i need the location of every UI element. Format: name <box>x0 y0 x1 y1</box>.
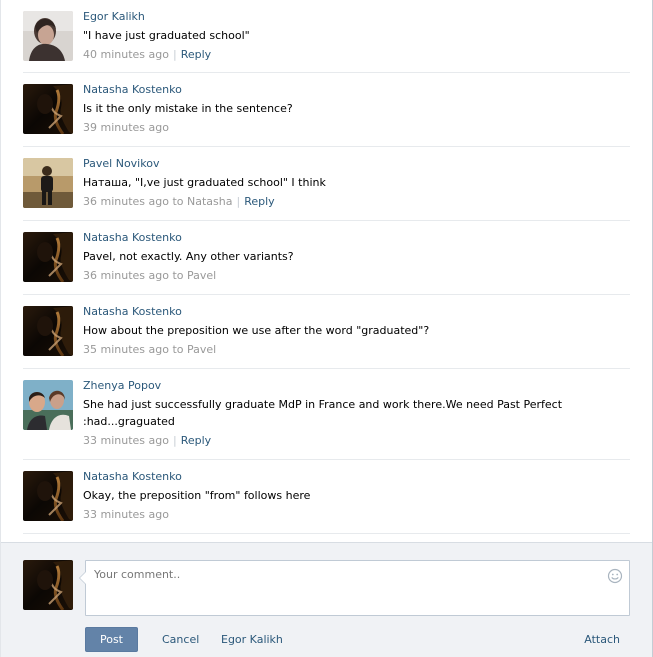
comment-author[interactable]: Zhenya Popov <box>83 378 630 394</box>
dark-portrait-icon <box>23 306 73 356</box>
comment-author[interactable]: Natasha Kostenko <box>83 230 630 246</box>
comment-text: How about the preposition we use after t… <box>83 324 430 337</box>
avatar[interactable] <box>23 232 73 282</box>
comment-input[interactable] <box>86 561 629 615</box>
avatar[interactable] <box>23 380 73 430</box>
avatar[interactable] <box>23 158 73 208</box>
comment-text: She had just successfully graduate MdP i… <box>83 396 630 430</box>
comment-author[interactable]: Natasha Kostenko <box>83 82 630 98</box>
comment-text: Наташа, "I,ve just graduated school" I t… <box>83 176 326 189</box>
comment-meta: 36 minutes ago to Pavel <box>83 268 630 284</box>
comment-body: Natasha Kostenko Is it the only mistake … <box>83 73 630 136</box>
avatar[interactable] <box>23 471 73 521</box>
comment-item: Egor Kalikh "I have just graduated schoo… <box>23 0 630 73</box>
comment-body: Natasha Kostenko How about the prepositi… <box>83 295 630 358</box>
man-standing-photo-icon <box>23 158 73 208</box>
comment-body: Pavel Novikov Наташа, "I,ve just graduat… <box>83 147 630 210</box>
comment-time[interactable]: 33 minutes ago <box>83 508 169 521</box>
dark-portrait-icon <box>23 471 73 521</box>
avatar[interactable] <box>23 84 73 134</box>
comment-author[interactable]: Natasha Kostenko <box>83 469 630 485</box>
comment-meta: 40 minutes ago | Reply <box>83 47 630 63</box>
reply-to-link[interactable]: Egor Kalikh <box>221 633 283 646</box>
dark-portrait-icon <box>23 84 73 134</box>
comment-time[interactable]: 40 minutes ago <box>83 48 169 61</box>
avatar[interactable] <box>23 306 73 356</box>
smiley-icon[interactable] <box>607 568 623 584</box>
comment-meta: 36 minutes ago to Natasha | Reply <box>83 194 630 210</box>
comment-time[interactable]: 35 minutes ago to Pavel <box>83 343 216 356</box>
comment-meta: 39 minutes ago <box>83 120 630 136</box>
comment-body: Zhenya Popov She had just successfully g… <box>83 369 630 449</box>
comment-time[interactable]: 33 minutes ago <box>83 434 169 447</box>
post-button[interactable]: Post <box>85 627 138 652</box>
attach-button[interactable]: Attach <box>584 633 620 646</box>
dark-portrait-icon <box>23 232 73 282</box>
comment-author[interactable]: Pavel Novikov <box>83 156 630 172</box>
reply-link[interactable]: Reply <box>181 48 211 61</box>
comment-time[interactable]: 36 minutes ago to Pavel <box>83 269 216 282</box>
separator: | <box>172 48 177 61</box>
comment-body: Natasha Kostenko Pavel, not exactly. Any… <box>83 221 630 284</box>
comment-box <box>79 560 630 616</box>
comment-text: "I have just graduated school" <box>83 29 250 42</box>
comment-item: Natasha Kostenko Okay, the preposition "… <box>23 460 630 534</box>
comment-meta: 33 minutes ago <box>83 507 630 523</box>
comment-item: Pavel Novikov Наташа, "I,ve just graduat… <box>23 147 630 221</box>
comment-item: Natasha Kostenko Pavel, not exactly. Any… <box>23 221 630 295</box>
comment-body: Egor Kalikh "I have just graduated schoo… <box>83 0 630 63</box>
comment-time[interactable]: 36 minutes ago to Natasha <box>83 195 232 208</box>
comment-body: Natasha Kostenko Okay, the preposition "… <box>83 460 630 523</box>
dark-portrait-icon <box>23 560 73 610</box>
cancel-button[interactable]: Cancel <box>162 633 199 646</box>
reply-link[interactable]: Reply <box>181 434 211 447</box>
comments-panel: Egor Kalikh "I have just graduated schoo… <box>0 0 653 657</box>
separator: | <box>172 434 177 447</box>
comment-text-line: She had just successfully graduate MdP i… <box>83 398 563 411</box>
reply-link[interactable]: Reply <box>244 195 274 208</box>
woman-photo-icon <box>23 11 73 61</box>
comment-text: Okay, the preposition "from" follows her… <box>83 489 311 502</box>
comment-text: Pavel, not exactly. Any other variants? <box>83 250 294 263</box>
comment-composer: Post Cancel Egor Kalikh Attach <box>1 542 652 657</box>
group-selfie-photo-icon <box>23 380 73 430</box>
comment-author[interactable]: Natasha Kostenko <box>83 304 630 320</box>
comment-item: Natasha Kostenko Is it the only mistake … <box>23 73 630 147</box>
comment-list: Egor Kalikh "I have just graduated schoo… <box>1 0 652 534</box>
comment-item: Zhenya Popov She had just successfully g… <box>23 369 630 460</box>
separator: | <box>236 195 241 208</box>
avatar[interactable] <box>23 560 73 610</box>
comment-time[interactable]: 39 minutes ago <box>83 121 169 134</box>
comment-author[interactable]: Egor Kalikh <box>83 9 630 25</box>
comment-item: Natasha Kostenko How about the prepositi… <box>23 295 630 369</box>
comment-text-line: :had...graguated <box>83 415 175 428</box>
avatar[interactable] <box>23 11 73 61</box>
comment-meta: 35 minutes ago to Pavel <box>83 342 630 358</box>
comment-meta: 33 minutes ago | Reply <box>83 433 630 449</box>
comment-text: Is it the only mistake in the sentence? <box>83 102 293 115</box>
